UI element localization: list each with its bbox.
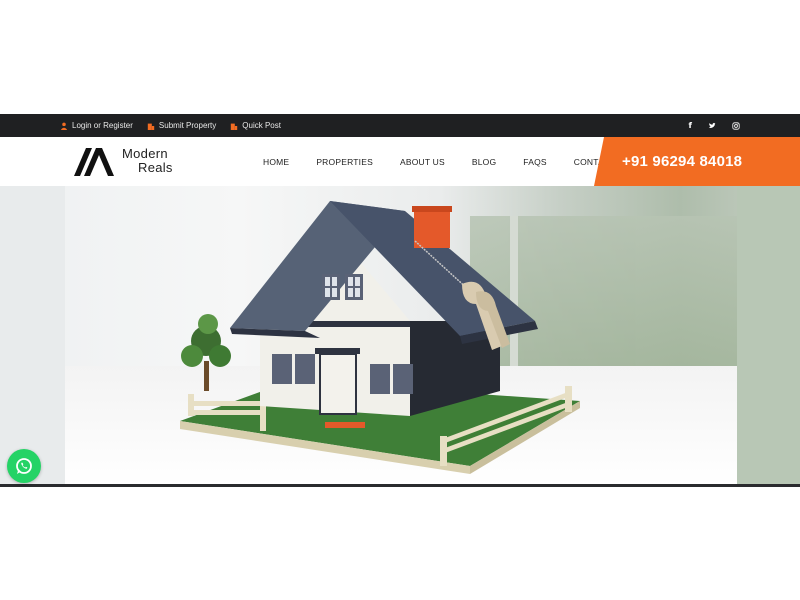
facebook-icon[interactable]: f (689, 121, 692, 130)
top-bar: Login or Register Submit Property Quick … (0, 114, 800, 137)
whatsapp-button[interactable] (7, 449, 41, 483)
top-links: Login or Register Submit Property Quick … (60, 114, 281, 137)
hero-bottom-divider (0, 484, 800, 487)
house-model-image (180, 201, 580, 474)
submit-property-label: Submit Property (158, 121, 217, 130)
left-blur-pane (0, 186, 65, 484)
nav-item-blog[interactable]: BLOG (472, 157, 496, 167)
main-menu: HOME PROPERTIES ABOUT US BLOG FAQS CONTA… (263, 137, 616, 186)
nav-item-properties[interactable]: PROPERTIES (316, 157, 373, 167)
brand-line-1: Modern (122, 146, 168, 161)
nav-item-faqs[interactable]: FAQS (523, 157, 546, 167)
login-register-link[interactable]: Login or Register (60, 121, 133, 130)
brand-logo[interactable]: Modern Reals (72, 144, 173, 178)
hero-banner (0, 186, 800, 484)
twitter-icon[interactable] (708, 122, 716, 130)
whatsapp-icon (16, 458, 32, 474)
building-icon (147, 123, 155, 130)
right-blur-pane (737, 186, 800, 484)
logo-mark-icon (74, 148, 114, 176)
social-links: f (689, 114, 740, 137)
quick-post-label: Quick Post (242, 121, 281, 130)
brand-wordmark: Modern Reals (122, 147, 173, 175)
instagram-icon[interactable] (732, 121, 740, 130)
page: Login or Register Submit Property Quick … (0, 0, 800, 600)
phone-number: +91 96294 84018 (622, 153, 743, 170)
nav-item-home[interactable]: HOME (263, 157, 289, 167)
main-navbar: Modern Reals HOME PROPERTIES ABOUT US BL… (0, 137, 800, 186)
nav-item-about-us[interactable]: ABOUT US (400, 157, 445, 167)
brand-line-2: Reals (138, 160, 173, 175)
submit-property-link[interactable]: Submit Property (147, 121, 216, 130)
phone-cta[interactable]: +91 96294 84018 (594, 137, 800, 186)
quick-post-link[interactable]: Quick Post (230, 121, 281, 130)
user-icon (60, 122, 68, 130)
login-register-label: Login or Register (72, 121, 133, 130)
building-icon (231, 123, 238, 130)
